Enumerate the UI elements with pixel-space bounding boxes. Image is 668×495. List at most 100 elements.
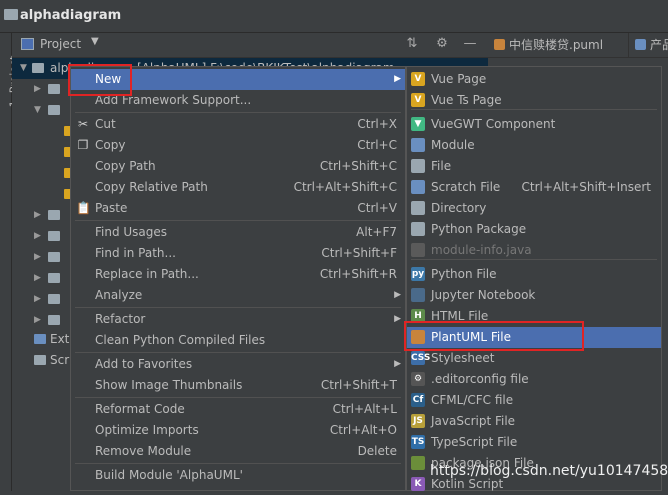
menu-item-label: Add to Favorites: [95, 357, 193, 371]
menu-item-build-module[interactable]: Build Module 'AlphaUML': [71, 465, 405, 486]
submenu-item-directory[interactable]: Directory: [407, 198, 661, 219]
chevron-right-icon[interactable]: ▶: [34, 79, 41, 100]
menu-item-find-in-path[interactable]: Find in Path... Ctrl+Shift+F: [71, 243, 405, 264]
context-menu[interactable]: New ▶ Add Framework Support... ✂ Cut Ctrl+X…: [70, 66, 406, 491]
menu-item-label: Paste: [95, 201, 128, 215]
minimize-icon[interactable]: —: [462, 36, 478, 52]
tree-row-label: Scr: [50, 353, 70, 367]
menu-item-analyze[interactable]: Analyze ▶: [71, 285, 405, 306]
submenu-item-label: CFML/CFC file: [431, 393, 514, 407]
submenu-item-module-info-java[interactable]: module-info.java: [407, 240, 661, 261]
menu-item-show-image-thumbnails[interactable]: Show Image Thumbnails Ctrl+Shift+T: [71, 375, 405, 396]
menu-item-shortcut: Ctrl+C: [357, 138, 397, 152]
submenu-item-html-file[interactable]: H HTML File: [407, 306, 661, 327]
submenu-item-cfml-cfc-file[interactable]: Cf CFML/CFC file: [407, 390, 661, 411]
menu-item-label: Find Usages: [95, 225, 168, 239]
submenu-item-label: HTML File: [431, 309, 489, 323]
submenu-item-typescript-file[interactable]: TS TypeScript File: [407, 432, 661, 453]
project-folder-icon: [4, 9, 18, 20]
project-view-selector[interactable]: Project: [40, 37, 81, 51]
menu-separator: [75, 112, 401, 113]
chevron-right-icon[interactable]: ▶: [34, 226, 41, 247]
editorconfig-icon: ⚙: [411, 372, 425, 386]
menu-item-shortcut: Alt+F7: [356, 225, 397, 239]
project-view-icon: [21, 38, 34, 50]
chevron-right-icon[interactable]: ▶: [34, 268, 41, 289]
editor-tab-1[interactable]: 产品: [628, 33, 668, 57]
editor-tab-0[interactable]: 中信赎楼贷.puml: [494, 33, 603, 57]
submenu-item-python-package[interactable]: Python Package: [407, 219, 661, 240]
submenu-item-file[interactable]: File: [407, 156, 661, 177]
menu-item-clean-python-compiled[interactable]: Clean Python Compiled Files: [71, 330, 405, 351]
menu-item-label: Refactor: [95, 312, 146, 326]
submenu-item-vue-ts-page[interactable]: V Vue Ts Page: [407, 90, 661, 111]
menu-item-label: Cut: [95, 117, 116, 131]
menu-item-optimize-imports[interactable]: Optimize Imports Ctrl+Alt+O: [71, 420, 405, 441]
chevron-right-icon[interactable]: ▶: [34, 289, 41, 310]
submenu-item-label: Vue Page: [431, 72, 487, 86]
menu-item-remove-module[interactable]: Remove Module Delete: [71, 441, 405, 462]
menu-item-label: Copy: [95, 138, 126, 152]
submenu-item-editorconfig-file[interactable]: ⚙ .editorconfig file: [407, 369, 661, 390]
menu-item-label: Replace in Path...: [95, 267, 199, 281]
submenu-item-vuegwt-component[interactable]: ▼ VueGWT Component: [407, 114, 661, 135]
jupyter-icon: [411, 288, 425, 302]
submenu-item-scratch-file[interactable]: Scratch File Ctrl+Alt+Shift+Insert: [407, 177, 661, 198]
plantuml-file-icon: [635, 39, 646, 50]
menu-item-find-usages[interactable]: Find Usages Alt+F7: [71, 222, 405, 243]
menu-item-shortcut: Ctrl+Alt+L: [332, 402, 397, 416]
menu-item-shortcut: Ctrl+Alt+O: [329, 423, 397, 437]
folder-icon: [48, 105, 60, 115]
submenu-item-label: module-info.java: [431, 243, 532, 257]
chevron-down-icon[interactable]: ▼: [20, 58, 27, 79]
menu-item-shortcut: Ctrl+Alt+Shift+C: [293, 180, 397, 194]
gear-icon[interactable]: ⚙: [434, 36, 450, 52]
chevron-right-icon[interactable]: ▶: [34, 205, 41, 226]
folder-icon: [48, 294, 60, 304]
submenu-item-label: File: [431, 159, 452, 173]
window-title: alphadiagram: [20, 8, 122, 23]
submenu-item-module[interactable]: Module: [407, 135, 661, 156]
menu-item-add-to-favorites[interactable]: Add to Favorites ▶: [71, 354, 405, 375]
menu-item-label: Find in Path...: [95, 246, 176, 260]
menu-item-copy-path[interactable]: Copy Path Ctrl+Shift+C: [71, 156, 405, 177]
collapse-icon[interactable]: ⇅: [404, 36, 420, 52]
menu-item-paste[interactable]: 📋 Paste Ctrl+V: [71, 198, 405, 219]
vuegwt-icon: ▼: [411, 117, 425, 131]
typescript-file-icon: TS: [411, 435, 425, 449]
folder-icon: [48, 315, 60, 325]
chevron-right-icon[interactable]: ▶: [34, 310, 41, 331]
menu-item-replace-in-path[interactable]: Replace in Path... Ctrl+Shift+R: [71, 264, 405, 285]
menu-item-cut[interactable]: ✂ Cut Ctrl+X: [71, 114, 405, 135]
chevron-right-icon: ▶: [394, 314, 401, 324]
menu-item-refactor[interactable]: Refactor ▶: [71, 309, 405, 330]
chevron-right-icon: ▶: [394, 290, 401, 300]
chevron-down-icon[interactable]: ▼: [34, 100, 41, 121]
submenu-item-plantuml-file[interactable]: PlantUML File: [407, 327, 661, 348]
menu-item-copy[interactable]: ❐ Copy Ctrl+C: [71, 135, 405, 156]
menu-item-add-framework-support[interactable]: Add Framework Support...: [71, 90, 405, 111]
menu-item-label: Add Framework Support...: [95, 93, 252, 107]
submenu-item-label: Directory: [431, 201, 487, 215]
new-submenu[interactable]: V Vue Page V Vue Ts Page ▼ VueGWT Component Mo…: [406, 66, 662, 491]
submenu-item-label: Python Package: [431, 222, 527, 236]
submenu-item-label: Jupyter Notebook: [431, 288, 536, 302]
menu-item-label: Show Image Thumbnails: [95, 378, 243, 392]
submenu-item-vue-page[interactable]: V Vue Page: [407, 69, 661, 90]
scissors-icon: ✂: [77, 117, 89, 131]
submenu-item-jupyter-notebook[interactable]: Jupyter Notebook: [407, 285, 661, 306]
chevron-right-icon: ▶: [394, 74, 401, 84]
chevron-down-icon[interactable]: ▼: [91, 36, 99, 47]
submenu-item-label: Module: [431, 138, 475, 152]
menu-item-new[interactable]: New ▶: [71, 69, 405, 90]
html-file-icon: H: [411, 309, 425, 323]
folder-icon: [48, 252, 60, 262]
submenu-item-python-file[interactable]: py Python File: [407, 264, 661, 285]
chevron-right-icon[interactable]: ▶: [34, 247, 41, 268]
menu-item-copy-relative-path[interactable]: Copy Relative Path Ctrl+Alt+Shift+C: [71, 177, 405, 198]
menu-item-shortcut: Ctrl+Shift+F: [321, 246, 397, 260]
submenu-item-stylesheet[interactable]: CSS Stylesheet: [407, 348, 661, 369]
menu-item-reformat-code[interactable]: Reformat Code Ctrl+Alt+L: [71, 399, 405, 420]
submenu-item-javascript-file[interactable]: JS JavaScript File: [407, 411, 661, 432]
vue-icon: V: [411, 72, 425, 86]
